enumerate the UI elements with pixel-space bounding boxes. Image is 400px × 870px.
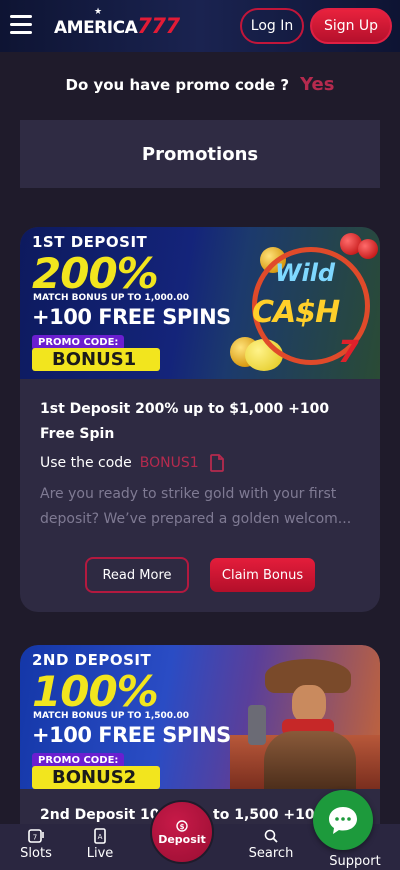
use-code-label: Use the code bbox=[40, 455, 132, 471]
top-header: ★ AMERICA777 Log In Sign Up bbox=[0, 0, 400, 52]
banner-promo-code: BONUS2 bbox=[32, 766, 160, 789]
banner-percent: 200% bbox=[32, 249, 159, 298]
promotion-banner[interactable]: 1ST DEPOSIT 200% MATCH BONUS UP TO 1,000… bbox=[20, 227, 380, 379]
promotion-title: 1st Deposit 200% up to $1,000 +100 Free … bbox=[40, 401, 330, 442]
promo-code-row: Use the code BONUS1 bbox=[40, 454, 225, 472]
playing-card-icon: A bbox=[94, 828, 106, 844]
promotion-description: Are you ready to strike gold with your f… bbox=[40, 486, 352, 527]
nav-live[interactable]: A Live bbox=[70, 828, 130, 861]
nav-search-label: Search bbox=[248, 846, 294, 861]
seven-art: 7 bbox=[338, 335, 359, 370]
claim-bonus-button[interactable]: Claim Bonus bbox=[210, 558, 315, 592]
cowboy-face-art bbox=[292, 685, 326, 723]
nav-live-label: Live bbox=[86, 846, 114, 861]
chat-support-button[interactable] bbox=[313, 790, 373, 850]
promo-code-yes-link[interactable]: Yes bbox=[300, 74, 334, 95]
read-more-button[interactable]: Read More bbox=[85, 557, 189, 593]
banner-match-text: MATCH BONUS UP TO 1,000.00 bbox=[33, 293, 189, 303]
banner-percent: 100% bbox=[32, 667, 159, 716]
nav-support[interactable]: Support bbox=[325, 854, 385, 869]
wallet-icon: $ bbox=[176, 819, 188, 832]
deposit-label: Deposit bbox=[158, 832, 206, 846]
banner-promo-code: BONUS1 bbox=[32, 348, 160, 371]
banner-free-spins: +100 FREE SPINS bbox=[32, 305, 231, 329]
deposit-button[interactable]: $ Deposit bbox=[150, 800, 214, 864]
star-icon: ★ bbox=[94, 7, 103, 17]
promo-code-question: Do you have promo code ? bbox=[65, 76, 290, 94]
promo-code-prompt: Do you have promo code ? Yes bbox=[0, 74, 400, 95]
banner-match-text: MATCH BONUS UP TO 1,500.00 bbox=[33, 711, 189, 721]
slot-machine-icon: 7 bbox=[28, 829, 44, 843]
svg-text:A: A bbox=[98, 833, 103, 841]
nav-slots[interactable]: 7 Slots bbox=[6, 828, 66, 861]
promo-code-value: BONUS1 bbox=[139, 455, 199, 471]
promotion-banner[interactable]: 2ND DEPOSIT 100% MATCH BONUS UP TO 1,500… bbox=[20, 645, 380, 789]
cowboy-body-art bbox=[264, 731, 356, 789]
page-title: Promotions bbox=[20, 120, 380, 188]
cherry-art bbox=[358, 239, 378, 259]
svg-text:7: 7 bbox=[33, 834, 37, 842]
logo-text: AMERICA777 bbox=[54, 14, 180, 38]
svg-text:$: $ bbox=[180, 823, 185, 831]
login-button[interactable]: Log In bbox=[240, 8, 304, 44]
revolver-art bbox=[248, 705, 266, 745]
nav-slots-label: Slots bbox=[20, 846, 52, 861]
nav-search[interactable]: Search bbox=[241, 828, 301, 861]
chat-bubble-icon bbox=[329, 807, 357, 834]
promotion-card: 1ST DEPOSIT 200% MATCH BONUS UP TO 1,000… bbox=[20, 227, 380, 612]
wild-art-text: Wild bbox=[275, 259, 336, 287]
nav-support-label: Support bbox=[329, 854, 381, 869]
copy-icon[interactable] bbox=[209, 454, 225, 472]
cash-art-text: CA$H bbox=[252, 295, 340, 330]
hamburger-menu-icon[interactable] bbox=[10, 15, 32, 35]
site-logo[interactable]: ★ AMERICA777 bbox=[54, 7, 180, 40]
search-icon bbox=[264, 829, 278, 843]
signup-button[interactable]: Sign Up bbox=[310, 8, 392, 44]
banner-free-spins: +100 FREE SPINS bbox=[32, 723, 231, 747]
